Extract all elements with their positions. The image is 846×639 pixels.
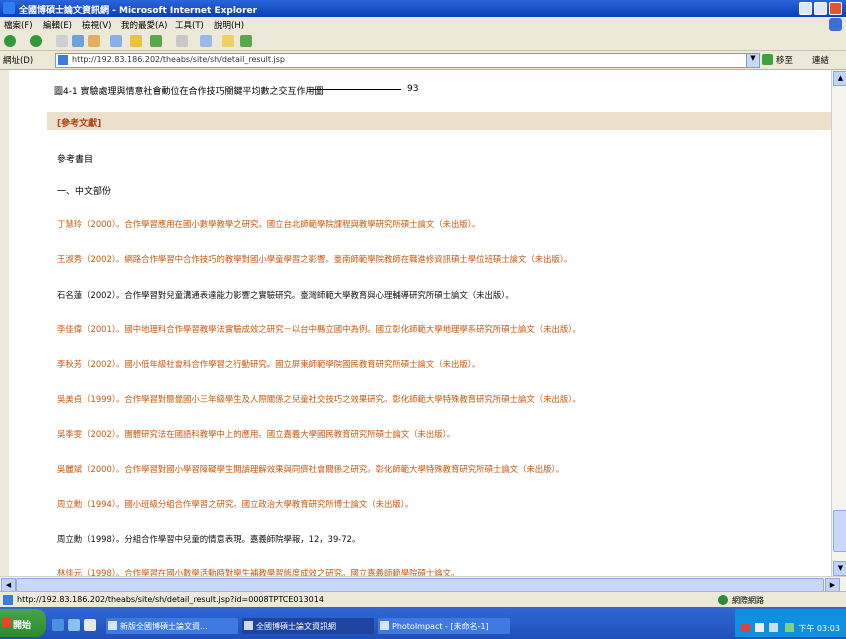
- menu-bar: 檔案(F) 編輯(E) 檢視(V) 我的最愛(A) 工具(T) 說明(H): [0, 17, 846, 33]
- scroll-down-icon[interactable]: ▼: [833, 561, 846, 576]
- figure-caption[interactable]: 圖4-1 實驗處理與情意社會動位在合作技巧關鍵平均數之交互作用圖: [54, 84, 324, 97]
- references-tab: [參考文獻]: [47, 112, 831, 130]
- menu-tools[interactable]: 工具(T): [175, 19, 204, 31]
- reference-item: 吳麗斌（2000）。合作學習對國小學習障礙學生閱讀理解效果與同儕社會關係之研究。…: [57, 464, 565, 474]
- links-button[interactable]: 連結: [812, 54, 829, 66]
- ie-icon: [3, 2, 15, 14]
- reference-item: 李秋芳（2002）。國小低年級社會科合作學習之行動研究。國立屏東師範學院國民教育…: [57, 359, 481, 369]
- taskbar-button-2-icon: [244, 621, 253, 630]
- messenger-icon[interactable]: [240, 35, 252, 47]
- print-icon[interactable]: [200, 35, 212, 47]
- maximize-icon[interactable]: [814, 2, 827, 15]
- go-icon[interactable]: [762, 54, 773, 65]
- tray-icon-c[interactable]: [769, 623, 778, 632]
- menu-edit[interactable]: 編輯(E): [43, 19, 72, 31]
- forward-icon[interactable]: [30, 35, 42, 47]
- reference-item: 吳美貞（1999）。合作學習對聽覺國小三年級學生及人際關係之兒童社交技巧之效果研…: [57, 394, 581, 404]
- home-icon[interactable]: [88, 35, 100, 47]
- vertical-scrollbar[interactable]: ▲ ▼: [831, 70, 846, 576]
- windows-flag-icon: [2, 618, 11, 627]
- references-heading: 參考書目: [57, 155, 94, 165]
- scroll-left-icon[interactable]: ◀: [1, 578, 16, 592]
- address-bar: 網址(D) http://192.83.186.202/theabs/site/…: [0, 51, 846, 70]
- quicklaunch-ie-icon[interactable]: [52, 619, 64, 631]
- menu-view[interactable]: 檢視(V): [82, 19, 111, 31]
- taskbar-button-1-label: 新版全國博碩士論文資...: [120, 622, 208, 631]
- figure-page-number: 93: [407, 84, 419, 94]
- leader-line: [309, 89, 401, 90]
- page-content: 圖4-1 實驗處理與情意社會動位在合作技巧關鍵平均數之交互作用圖 93 [參考文…: [9, 70, 831, 576]
- horizontal-scrollbar[interactable]: ◀ ▶: [0, 576, 846, 592]
- reference-item: 石名蓮（2002）。合作學習對兒童溝通表達能力影響之實驗研究。臺灣師範大學教育與…: [57, 290, 514, 300]
- reference-item: 李佳偉（2001）。國中地理科合作學習教學法實驗成效之研究－以台中縣立國中為例。…: [57, 324, 581, 334]
- address-url[interactable]: http://192.83.186.202/theabs/site/sh/det…: [72, 55, 285, 64]
- favorites-icon[interactable]: [130, 35, 142, 47]
- history-icon[interactable]: [150, 35, 162, 47]
- start-button[interactable]: 開始: [0, 609, 46, 637]
- reference-item: 周立勳（1998）。分組合作學習中兒童的情意表現。嘉義師院學報，12，39-72…: [57, 534, 361, 544]
- status-bar: http://192.83.186.202/theabs/site/sh/det…: [0, 591, 846, 608]
- close-icon[interactable]: [829, 2, 842, 15]
- scroll-up-icon[interactable]: ▲: [833, 71, 846, 86]
- left-margin: [0, 70, 9, 576]
- mail-icon[interactable]: [176, 35, 188, 47]
- references-tab-label: [參考文獻]: [57, 119, 102, 129]
- tray-icon-d[interactable]: [785, 623, 794, 632]
- quicklaunch-media-icon[interactable]: [84, 619, 96, 631]
- stop-icon[interactable]: [56, 35, 68, 47]
- internet-zone-icon: [718, 595, 728, 605]
- status-url: http://192.83.186.202/theabs/site/sh/det…: [17, 595, 324, 604]
- minimize-icon[interactable]: [799, 2, 812, 15]
- menu-favorites[interactable]: 我的最愛(A): [121, 19, 167, 31]
- windows-logo-icon: [829, 18, 842, 31]
- reference-item: 丁慧玲（2000）。合作學習應用在國小數學教學之研究。國立台北師範學院課程與教學…: [57, 219, 481, 229]
- reference-item: 周立勳（1994）。國小班級分組合作學習之研究。國立政治大學教育研究所博士論文（…: [57, 499, 414, 509]
- start-label: 開始: [13, 621, 32, 631]
- search-icon[interactable]: [110, 35, 122, 47]
- taskbar-button-2[interactable]: 全國博碩士論文資訊網: [242, 618, 374, 634]
- security-zone: 網際網路: [732, 596, 764, 605]
- refresh-icon[interactable]: [72, 35, 84, 47]
- address-label: 網址(D): [3, 56, 34, 66]
- window-controls: [799, 2, 842, 15]
- back-icon[interactable]: [4, 35, 16, 47]
- taskbar-button-3-icon: [380, 621, 389, 630]
- menu-help[interactable]: 說明(H): [214, 19, 244, 31]
- tray-icon-a[interactable]: [741, 623, 750, 632]
- taskbar-button-1[interactable]: 新版全國博碩士論文資...: [106, 618, 238, 634]
- status-page-icon: [3, 595, 13, 605]
- address-dropdown-icon[interactable]: ▼: [746, 53, 760, 68]
- taskbar-button-2-label: 全國博碩士論文資訊網: [256, 622, 336, 631]
- taskbar-button-3[interactable]: PhotoImpact - [未命名-1]: [378, 618, 510, 634]
- chinese-section-heading: 一、中文部份: [57, 187, 112, 197]
- horizontal-scroll-thumb[interactable]: [16, 578, 824, 592]
- reference-item: 吳季雯（2002）。團體研究法在國語科教學中上的應用。國立嘉義大學國民教育研究所…: [57, 429, 456, 439]
- tray-icon-b[interactable]: [755, 623, 764, 632]
- taskbar-button-1-icon: [108, 621, 117, 630]
- system-tray: 下午 03:03: [735, 609, 846, 637]
- reference-item: 林佳元（1998）。合作學習在國小數學活動時對學生補教學習態度成效之研究。國立嘉…: [57, 568, 460, 576]
- address-input[interactable]: http://192.83.186.202/theabs/site/sh/det…: [55, 53, 747, 68]
- quicklaunch-desktop-icon[interactable]: [68, 619, 80, 631]
- toolbar: [0, 32, 846, 51]
- clock[interactable]: 下午 03:03: [798, 623, 840, 634]
- menu-file[interactable]: 檔案(F): [4, 19, 33, 31]
- page-icon: [58, 55, 68, 65]
- scroll-right-icon[interactable]: ▶: [825, 578, 840, 592]
- vertical-scroll-thumb[interactable]: [833, 510, 846, 552]
- reference-item: 王淑秀（2002）。網路合作學習中合作技巧的教學對國小學童學習之影響。臺南師範學…: [57, 254, 573, 264]
- folder-icon[interactable]: [222, 35, 234, 47]
- window-title: 全國博碩士論文資訊網 - Microsoft Internet Explorer: [19, 6, 258, 16]
- title-bar: 全國博碩士論文資訊網 - Microsoft Internet Explorer: [0, 0, 846, 17]
- taskbar-button-3-label: PhotoImpact - [未命名-1]: [392, 622, 489, 631]
- taskbar: 開始 新版全國博碩士論文資... 全國博碩士論文資訊網 PhotoImpact …: [0, 607, 846, 639]
- go-button[interactable]: 移至: [776, 54, 793, 66]
